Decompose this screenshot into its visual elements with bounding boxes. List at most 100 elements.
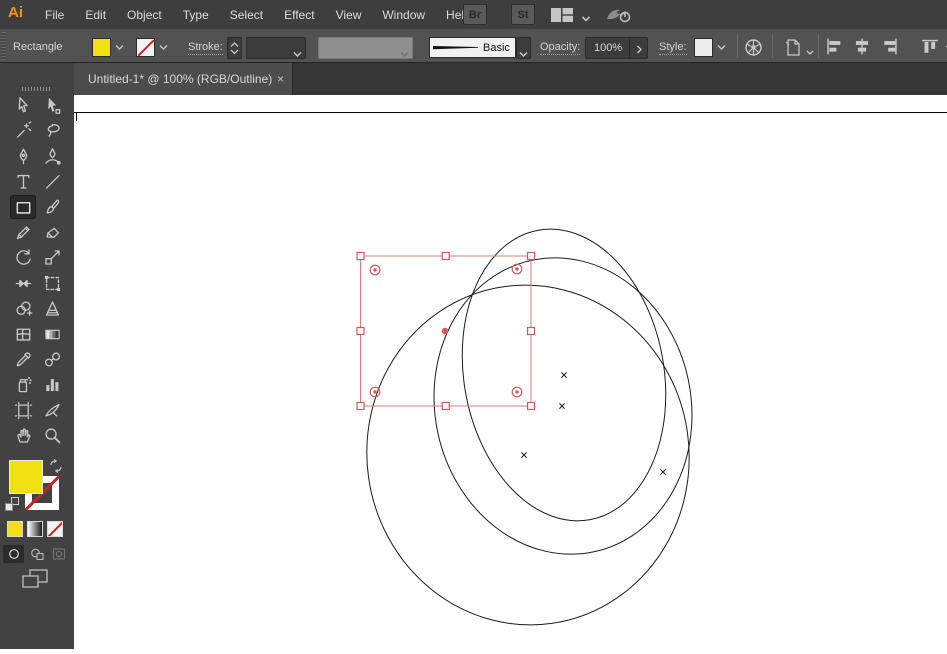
tool-direct-selection[interactable] — [39, 93, 65, 117]
menu-type[interactable]: Type — [180, 6, 212, 24]
tool-width[interactable] — [10, 271, 36, 295]
corner-radius-widget-dot-1 — [373, 268, 377, 272]
tool-curvature[interactable] — [39, 144, 65, 168]
align-horizontal-right-icon[interactable] — [880, 38, 900, 60]
fill-indicator-swatch[interactable] — [9, 460, 43, 494]
menu-bar: Ai File Edit Object Type Select Effect View Win… — [0, 0, 947, 29]
context-label: Rectangle — [13, 41, 63, 53]
isolate-chevron-icon[interactable] — [806, 43, 814, 61]
opacity-label[interactable]: Opacity: — [540, 41, 581, 55]
tools-panel-grip[interactable] — [22, 87, 52, 91]
tool-symbol-sprayer[interactable] — [10, 372, 36, 396]
stroke-weight-dropdown[interactable] — [246, 37, 306, 59]
color-button[interactable] — [7, 521, 23, 537]
menu-window[interactable]: Window — [379, 6, 428, 24]
style-label[interactable]: Style: — [659, 41, 687, 55]
selection-handle-5[interactable] — [526, 326, 536, 336]
tool-blend[interactable] — [39, 347, 65, 371]
selection-center-point[interactable] — [441, 327, 449, 335]
tool-column-graph[interactable] — [39, 372, 65, 396]
tool-shape-builder[interactable] — [10, 296, 36, 320]
tool-line-segment[interactable] — [39, 169, 65, 193]
selection-handle-3[interactable] — [526, 251, 536, 261]
panel-grip-handle[interactable] — [1, 32, 6, 60]
tool-lasso[interactable] — [39, 118, 65, 142]
panel-toggle-br[interactable]: Br — [463, 4, 487, 25]
tool-type[interactable] — [10, 169, 36, 193]
tool-free-transform[interactable] — [39, 271, 65, 295]
illustrator-logo: Ai — [8, 4, 23, 21]
menu-view[interactable]: View — [333, 6, 365, 24]
recolor-artwork-icon[interactable] — [744, 38, 763, 62]
stroke-color-swatch-none[interactable] — [136, 38, 155, 57]
tool-artboard[interactable] — [10, 398, 36, 422]
selection-handle-1[interactable] — [356, 251, 365, 261]
brush-definition-preview[interactable]: Basic — [429, 37, 516, 58]
corner-radius-widget-dot-3 — [373, 390, 377, 394]
tool-perspective-grid[interactable] — [39, 296, 65, 320]
menu-select[interactable]: Select — [227, 6, 266, 24]
stroke-weight-label[interactable]: Stroke: — [188, 41, 223, 55]
none-button[interactable] — [47, 521, 63, 537]
chevron-down-icon[interactable] — [581, 10, 591, 28]
shape-center-marker-2 — [559, 403, 565, 409]
draw-behind-button[interactable] — [26, 545, 47, 563]
tool-hand[interactable] — [10, 423, 36, 447]
opacity-value: 100% — [594, 42, 623, 54]
menu-object[interactable]: Object — [124, 6, 165, 24]
change-screen-mode-icon[interactable] — [22, 569, 48, 594]
panel-toggle-st[interactable]: St — [511, 4, 535, 25]
workspace-switcher-icon[interactable] — [550, 7, 574, 28]
tool-zoom[interactable] — [39, 423, 65, 447]
tool-paintbrush[interactable] — [39, 195, 65, 219]
menu-file[interactable]: File — [42, 6, 67, 24]
brush-chevron-button[interactable] — [516, 37, 531, 59]
tool-slice[interactable] — [39, 398, 65, 422]
tool-eyedropper[interactable] — [10, 347, 36, 371]
stroke-weight-stepper[interactable] — [227, 37, 242, 59]
tool-mesh[interactable] — [10, 322, 36, 346]
close-tab-icon[interactable]: × — [277, 72, 284, 86]
control-bar: Rectangle Stroke: Basic Opacity: 100% St… — [0, 29, 947, 63]
shape-center-marker-1 — [561, 372, 567, 378]
tool-selection[interactable] — [10, 93, 36, 117]
fill-color-swatch[interactable] — [92, 38, 111, 57]
tool-scale[interactable] — [39, 245, 65, 269]
swap-fill-stroke-icon[interactable] — [49, 459, 63, 478]
fill-chevron-icon[interactable] — [112, 38, 127, 57]
tool-magic-wand[interactable] — [10, 118, 36, 142]
selection-handle-7[interactable] — [441, 401, 450, 411]
corner-radius-widget-dot-2 — [515, 267, 519, 271]
draw-normal-button[interactable] — [3, 545, 24, 563]
tool-gradient[interactable] — [39, 322, 65, 346]
selection-handle-6[interactable] — [356, 401, 365, 411]
document-canvas[interactable] — [74, 95, 947, 649]
chevron-right-icon[interactable] — [636, 45, 643, 54]
opacity-field[interactable]: 100% — [585, 37, 648, 59]
gradient-button[interactable] — [27, 521, 43, 537]
document-tab-title: Untitled-1* @ 100% (RGB/Outline) — [88, 72, 273, 86]
tool-pen[interactable] — [10, 144, 36, 168]
tool-eraser[interactable] — [39, 220, 65, 244]
selection-handle-8[interactable] — [526, 401, 536, 411]
menu-items: File Edit Object Type Select Effect View Window… — [42, 0, 474, 29]
align-horizontal-center-icon[interactable] — [852, 38, 872, 60]
document-tab[interactable]: Untitled-1* @ 100% (RGB/Outline) × — [74, 63, 293, 95]
style-chevron-icon[interactable] — [714, 38, 729, 57]
selection-handle-2[interactable] — [441, 251, 450, 261]
menu-effect[interactable]: Effect — [281, 6, 317, 24]
isolate-object-icon[interactable] — [784, 38, 804, 62]
default-fill-stroke-icon[interactable] — [5, 497, 19, 511]
tool-pencil[interactable] — [10, 220, 36, 244]
document-tab-bar: « Untitled-1* @ 100% (RGB/Outline) × — [0, 63, 947, 95]
stroke-chevron-icon[interactable] — [156, 38, 171, 57]
align-vertical-top-icon[interactable] — [920, 38, 940, 60]
menu-edit[interactable]: Edit — [82, 6, 109, 24]
tool-rectangle[interactable] — [10, 195, 36, 219]
selection-handle-4[interactable] — [356, 326, 365, 336]
tool-rotate[interactable] — [10, 245, 36, 269]
share-screen-icon[interactable] — [604, 3, 634, 31]
width-profile-dropdown — [318, 37, 413, 59]
align-horizontal-left-icon[interactable] — [824, 38, 844, 60]
style-swatch[interactable] — [694, 38, 713, 57]
